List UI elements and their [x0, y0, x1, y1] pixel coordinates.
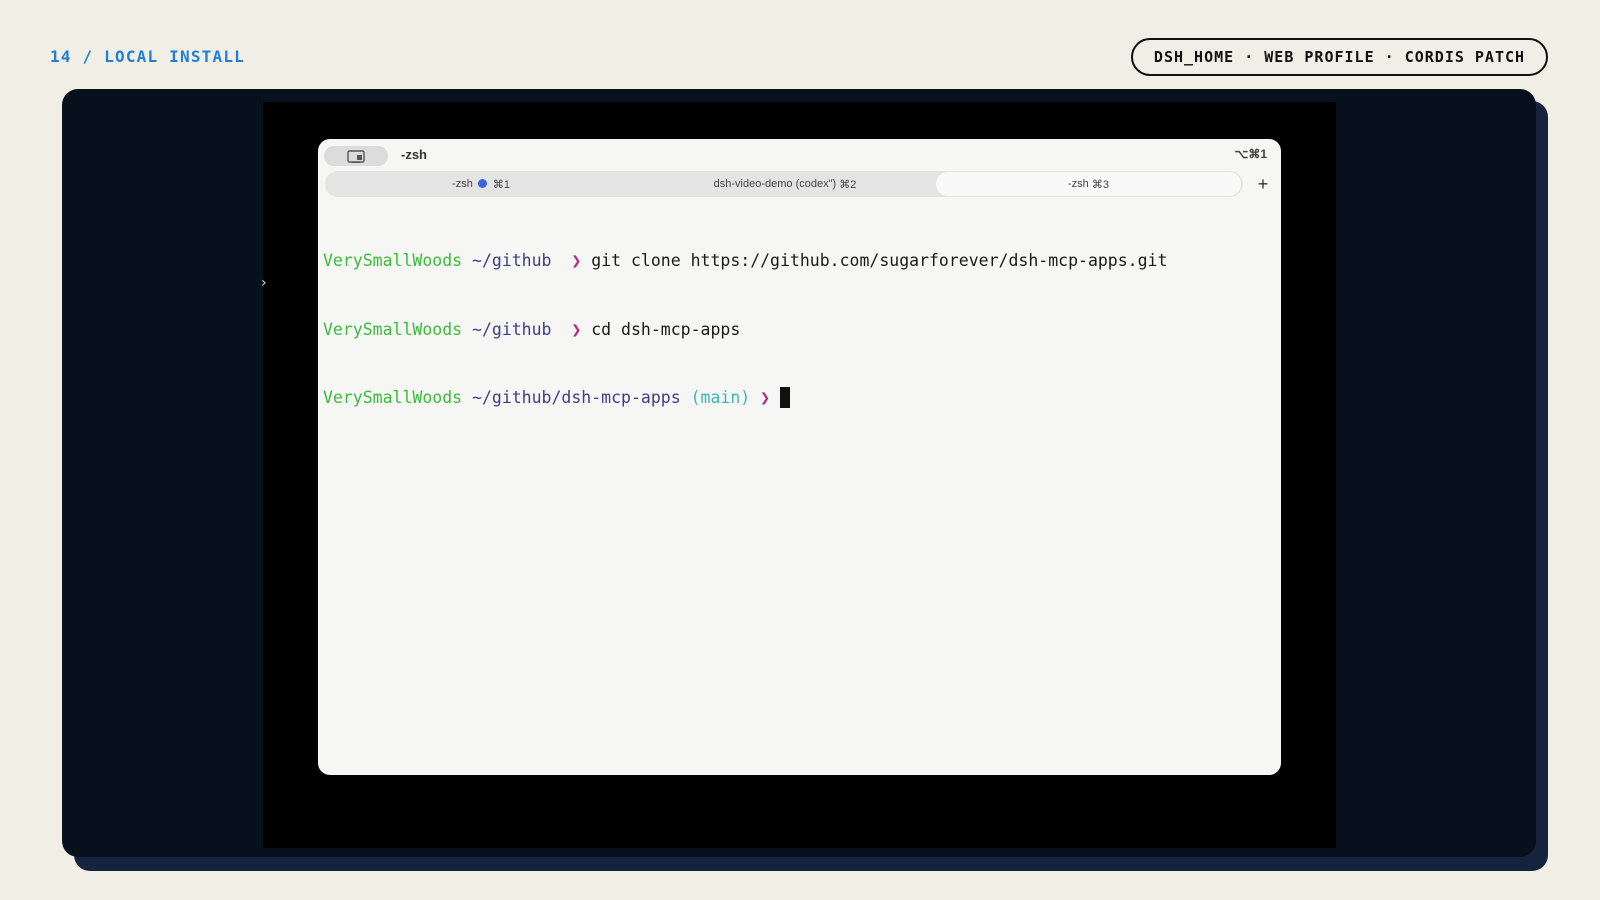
terminal-line: VerySmallWoods ~/github/dsh-mcp-apps (ma… [323, 386, 1273, 410]
prompt-path: ~/github/dsh-mcp-apps [472, 387, 681, 407]
tab-shortcut: ⌘1 [492, 178, 510, 191]
activity-dot-icon [477, 178, 487, 188]
git-branch: (main) [690, 387, 751, 407]
terminal-titlebar: -zsh ⌥⌘1 [318, 139, 1281, 171]
plus-icon: + [1257, 173, 1269, 194]
sidebar-toggle-icon [347, 149, 365, 163]
terminal-line: VerySmallWoods ~/github ❯ cd dsh-mcp-app… [323, 319, 1273, 342]
command-text: cd dsh-mcp-apps [591, 319, 741, 339]
prompt-symbol: ❯ [571, 319, 582, 339]
window-title: -zsh [401, 147, 427, 162]
tab-zsh-1[interactable]: -zsh ⌘1 [325, 171, 637, 197]
prompt-symbol: ❯ [571, 251, 582, 271]
new-tab-button[interactable]: + [1252, 173, 1274, 195]
tab-dsh-video-demo[interactable]: dsh-video-demo (codex") ⌘2 [637, 171, 933, 197]
terminal-output[interactable]: VerySmallWoods ~/github ❯ git clone http… [323, 205, 1273, 455]
mouse-cursor-icon: › [261, 275, 267, 291]
profile-badge: DSH_HOME · WEB PROFILE · CORDIS PATCH [1131, 38, 1548, 76]
prompt-symbol: ❯ [760, 387, 771, 407]
prompt-host: VerySmallWoods [323, 319, 463, 339]
window-shortcut: ⌥⌘1 [1234, 147, 1267, 161]
tab-shortcut: ⌘2 [839, 178, 857, 191]
slide-section-label: 14 / LOCAL INSTALL [50, 47, 245, 66]
terminal-line: VerySmallWoods ~/github ❯ git clone http… [323, 250, 1273, 273]
text-cursor [780, 386, 790, 408]
terminal-window: -zsh ⌥⌘1 -zsh ⌘1 dsh-video-demo (codex")… [318, 139, 1281, 775]
prompt-host: VerySmallWoods [323, 387, 463, 407]
tab-shortcut: ⌘3 [1091, 178, 1109, 191]
prompt-path: ~/github [472, 319, 552, 339]
tab-label: dsh-video-demo (codex") [713, 178, 837, 190]
prompt-path: ~/github [472, 251, 552, 271]
command-text: git clone https://github.com/sugarforeve… [591, 251, 1168, 271]
sidebar-toggle-button[interactable] [324, 146, 388, 166]
tab-label: -zsh [452, 178, 473, 190]
tab-zsh-3[interactable]: -zsh ⌘3 [936, 172, 1241, 196]
prompt-host: VerySmallWoods [323, 251, 463, 271]
tab-bar: -zsh ⌘1 dsh-video-demo (codex") ⌘2 -zsh … [325, 171, 1243, 197]
tab-label: -zsh [1068, 178, 1089, 190]
